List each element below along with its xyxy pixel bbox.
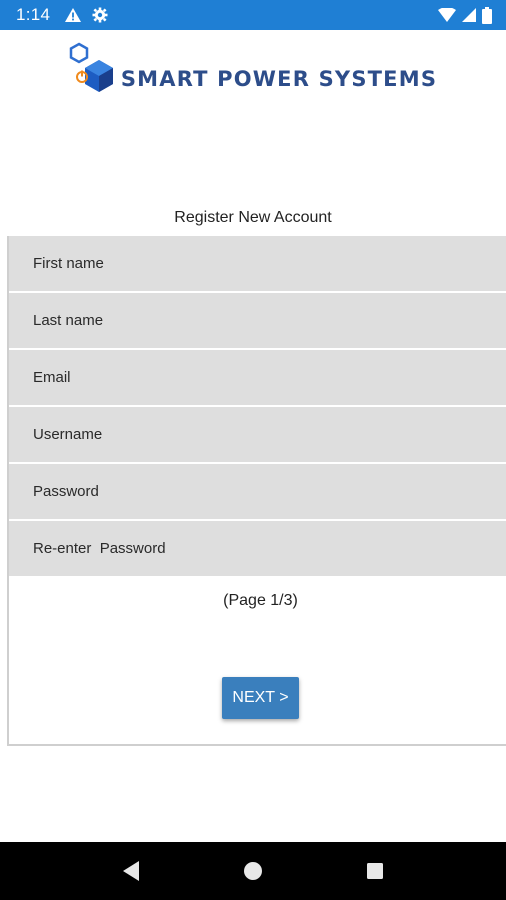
home-icon[interactable] (233, 851, 273, 891)
email-field[interactable] (9, 350, 506, 405)
status-right-icons (438, 6, 492, 24)
hexagon-power-logo-icon (69, 42, 113, 92)
status-left-icons (64, 7, 108, 23)
first-name-field[interactable] (9, 236, 506, 291)
registration-form: (Page 1/3) NEXT > (7, 236, 506, 746)
form-title: Register New Account (174, 209, 332, 226)
system-nav-bar (0, 842, 506, 900)
gear-icon (92, 7, 108, 23)
username-field[interactable] (9, 407, 506, 462)
status-time: 1:14 (16, 5, 51, 24)
recents-icon[interactable] (355, 851, 395, 891)
password-field[interactable] (9, 464, 506, 519)
wifi-icon (438, 8, 456, 22)
confirm-password-field[interactable] (9, 521, 506, 576)
back-icon[interactable] (111, 851, 151, 891)
next-button[interactable]: NEXT > (222, 677, 299, 719)
page-indicator: (Page 1/3) (223, 592, 298, 609)
status-bar: 1:14 (0, 0, 506, 30)
warning-icon (64, 7, 82, 23)
battery-icon (482, 6, 492, 24)
brand-name: SMART POWER SYSTEMS (120, 67, 438, 91)
signal-icon (462, 8, 476, 22)
brand-logo: SMART POWER SYSTEMS (0, 38, 506, 108)
last-name-field[interactable] (9, 293, 506, 348)
